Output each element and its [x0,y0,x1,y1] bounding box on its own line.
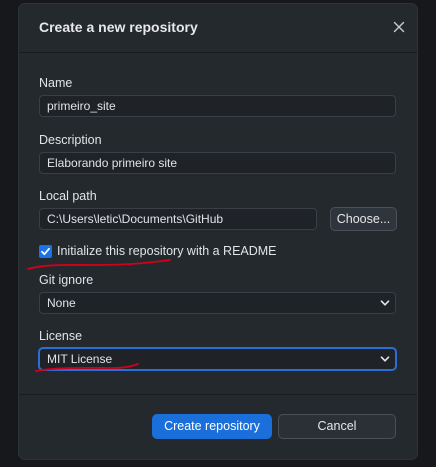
description-label: Description [39,133,102,147]
local-path-label: Local path [39,189,97,203]
readme-checkbox[interactable] [39,245,52,258]
license-value: MIT License [47,352,113,366]
git-ignore-value: None [47,296,76,310]
footer-divider [19,394,417,395]
dialog-title: Create a new repository [39,19,198,35]
local-path-input[interactable]: C:\Users\letic\Documents\GitHub [39,208,317,230]
create-repository-dialog: Create a new repository Name primeiro_si… [19,4,417,459]
dialog-header: Create a new repository [19,4,417,53]
git-ignore-select[interactable]: None [39,292,396,314]
name-input[interactable]: primeiro_site [39,95,396,117]
cancel-button[interactable]: Cancel [278,414,396,439]
chevron-down-icon [380,300,390,306]
readme-checkbox-label[interactable]: Initialize this repository with a README [57,244,277,258]
name-label: Name [39,76,73,90]
git-ignore-label: Git ignore [39,273,94,287]
license-label: License [39,329,83,343]
create-repository-button[interactable]: Create repository [152,414,272,439]
close-icon[interactable] [391,19,407,35]
license-select[interactable]: MIT License [39,348,396,370]
choose-path-button[interactable]: Choose... [330,207,397,231]
chevron-down-icon [380,356,390,362]
description-input[interactable]: Elaborando primeiro site [39,152,396,174]
